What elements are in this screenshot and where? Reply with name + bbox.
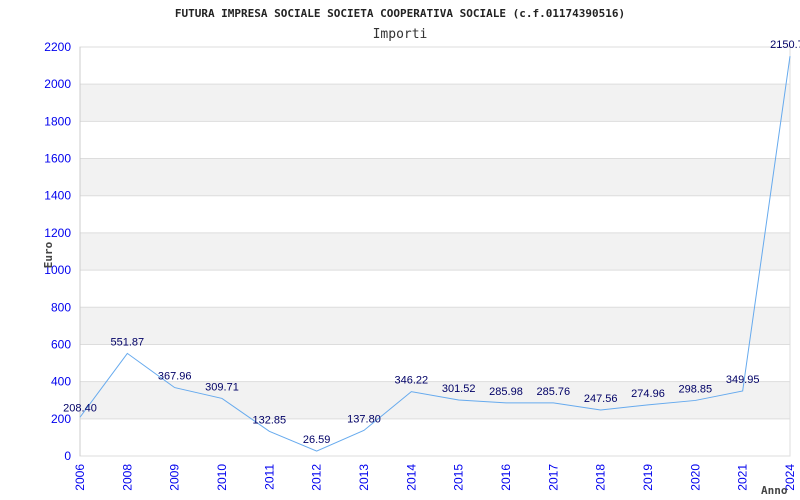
y-tick-label: 1200 <box>44 226 71 240</box>
data-label: 309.71 <box>205 381 239 393</box>
data-label: 26.59 <box>303 434 331 446</box>
y-axis-label: Euro <box>42 241 55 268</box>
x-tick-label: 2010 <box>215 464 229 491</box>
data-label: 2150.70 <box>770 39 800 51</box>
data-label: 132.85 <box>253 414 287 426</box>
x-axis-label: Anno <box>761 484 788 497</box>
x-tick-label: 2009 <box>168 464 182 491</box>
x-tick-label: 2016 <box>499 464 513 491</box>
x-tick-label: 2012 <box>310 464 324 491</box>
x-tick-label: 2006 <box>73 464 87 491</box>
x-tick-label: 2020 <box>688 464 702 491</box>
data-label: 301.52 <box>442 383 476 395</box>
data-label: 367.96 <box>158 371 192 383</box>
chart-subtitle: Importi <box>373 27 428 42</box>
y-tick-label: 0 <box>64 449 71 463</box>
y-tick-label: 800 <box>51 300 71 314</box>
data-label: 247.56 <box>584 393 618 405</box>
data-label: 349.95 <box>726 374 760 386</box>
y-tick-label: 600 <box>51 337 71 351</box>
data-label: 285.98 <box>489 386 523 398</box>
x-tick-label: 2019 <box>641 464 655 491</box>
x-tick-label: 2018 <box>594 464 608 491</box>
y-tick-label: 1400 <box>44 189 71 203</box>
data-label: 274.96 <box>631 388 665 400</box>
x-tick-label: 2013 <box>357 464 371 491</box>
x-tick-label: 2011 <box>262 464 276 490</box>
data-label: 551.87 <box>111 336 145 348</box>
chart-title: FUTURA IMPRESA SOCIALE SOCIETA COOPERATI… <box>175 7 625 20</box>
y-tick-label: 400 <box>51 375 71 389</box>
x-tick-label: 2017 <box>546 464 560 491</box>
data-label: 346.22 <box>395 375 429 387</box>
data-label: 298.85 <box>679 383 713 395</box>
grid-band <box>80 307 790 345</box>
x-tick-label: 2021 <box>736 464 750 491</box>
data-label: 285.76 <box>537 386 571 398</box>
grid-band <box>80 158 790 196</box>
y-tick-label: 1800 <box>44 114 71 128</box>
x-tick-label: 2008 <box>120 464 134 491</box>
y-tick-label: 1600 <box>44 152 71 166</box>
x-tick-label: 2014 <box>404 464 418 491</box>
y-tick-label: 2200 <box>44 40 71 54</box>
data-label: 137.80 <box>347 413 381 425</box>
data-label: 208.40 <box>63 402 97 414</box>
y-tick-label: 2000 <box>44 77 71 91</box>
line-chart: FUTURA IMPRESA SOCIALE SOCIETA COOPERATI… <box>42 7 800 497</box>
grid-band <box>80 84 790 122</box>
grid-band <box>80 232 790 271</box>
x-tick-label: 2015 <box>452 464 466 491</box>
